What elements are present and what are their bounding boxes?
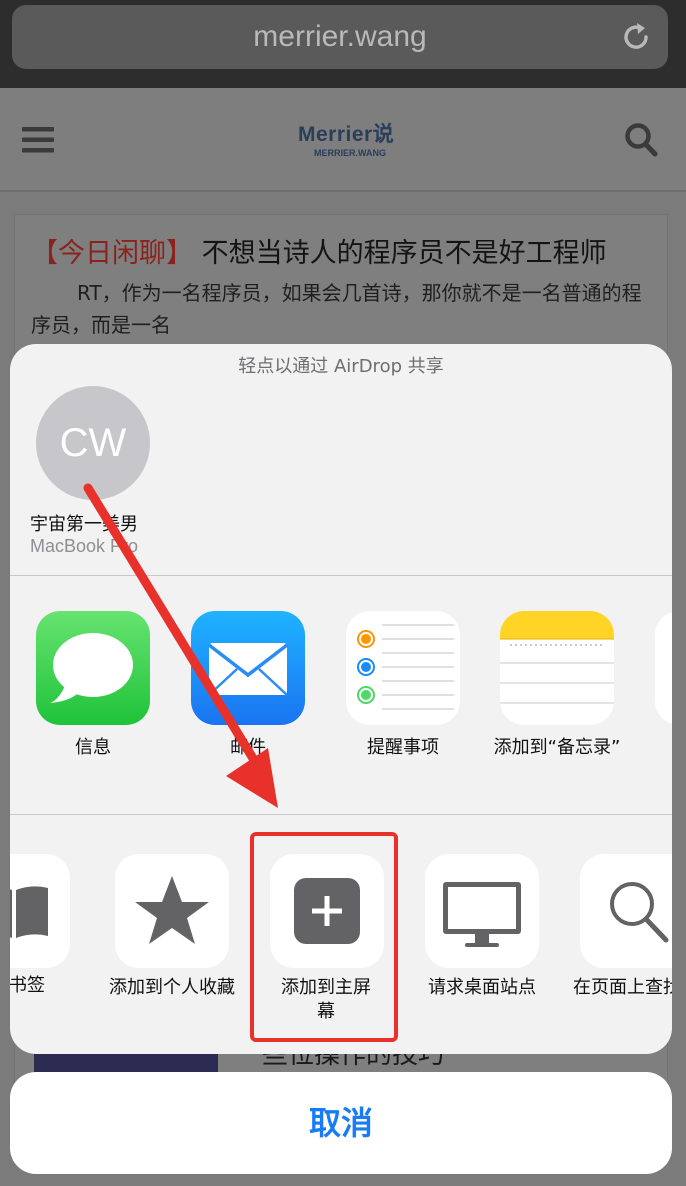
address-bar[interactable]: merrier.wang <box>12 5 668 69</box>
action-label: 在页面上查找 <box>573 977 672 998</box>
avatar[interactable]: CW <box>36 386 150 500</box>
article-title-text: 不想当诗人的程序员不是好工程师 <box>201 238 607 269</box>
reminders-icon[interactable] <box>346 611 460 725</box>
browser-toolbar: merrier.wang <box>0 0 686 88</box>
share-app-more[interactable] <box>655 611 672 725</box>
airdrop-hint: 轻点以通过 AirDrop 共享 <box>238 356 444 377</box>
reload-icon[interactable] <box>618 19 654 55</box>
action-label: 添加书签 <box>10 975 45 996</box>
cancel-button[interactable]: 取消 <box>10 1072 672 1174</box>
site-header: Merrier说 MERRIER.WANG <box>0 88 686 192</box>
article-tag: 【今日闲聊】 <box>31 238 193 269</box>
action-label: 请求桌面站点 <box>428 977 536 998</box>
hamburger-menu-icon[interactable] <box>22 126 54 154</box>
url-text: merrier.wang <box>253 20 427 53</box>
messages-icon[interactable] <box>36 611 150 725</box>
share-app-label: 添加到“备忘录” <box>493 737 621 758</box>
airdrop-contact-name: 宇宙第一美男 <box>30 514 138 535</box>
action-label: 添加到个人收藏 <box>109 977 235 998</box>
share-app-label: 邮件 <box>230 737 266 758</box>
mail-icon[interactable] <box>191 611 305 725</box>
star-icon[interactable] <box>115 854 229 968</box>
search-icon[interactable] <box>624 122 658 158</box>
share-app-row: 信息 邮件 提醒事项 添加到“备忘录” <box>10 576 672 814</box>
desktop-icon[interactable] <box>425 854 539 968</box>
airdrop-contact-device: MacBook Pro <box>30 536 139 556</box>
site-logo[interactable]: Merrier说 MERRIER.WANG <box>298 114 394 166</box>
magnifier-icon[interactable] <box>580 854 672 968</box>
highlight-box <box>250 832 398 1042</box>
logo-text: Merrier说 <box>298 123 395 146</box>
article-excerpt: RT，作为一名程序员，如果会几首诗，那你就不是一名普通的程序员，而是一名 <box>31 281 642 337</box>
notes-icon[interactable] <box>500 611 614 725</box>
bookmark-icon[interactable] <box>10 854 70 968</box>
logo-subtext: MERRIER.WANG <box>314 148 386 158</box>
share-app-label: 信息 <box>75 737 111 758</box>
article-title[interactable]: 【今日闲聊】 不想当诗人的程序员不是好工程师 <box>31 231 607 270</box>
share-app-label: 提醒事项 <box>367 737 439 758</box>
